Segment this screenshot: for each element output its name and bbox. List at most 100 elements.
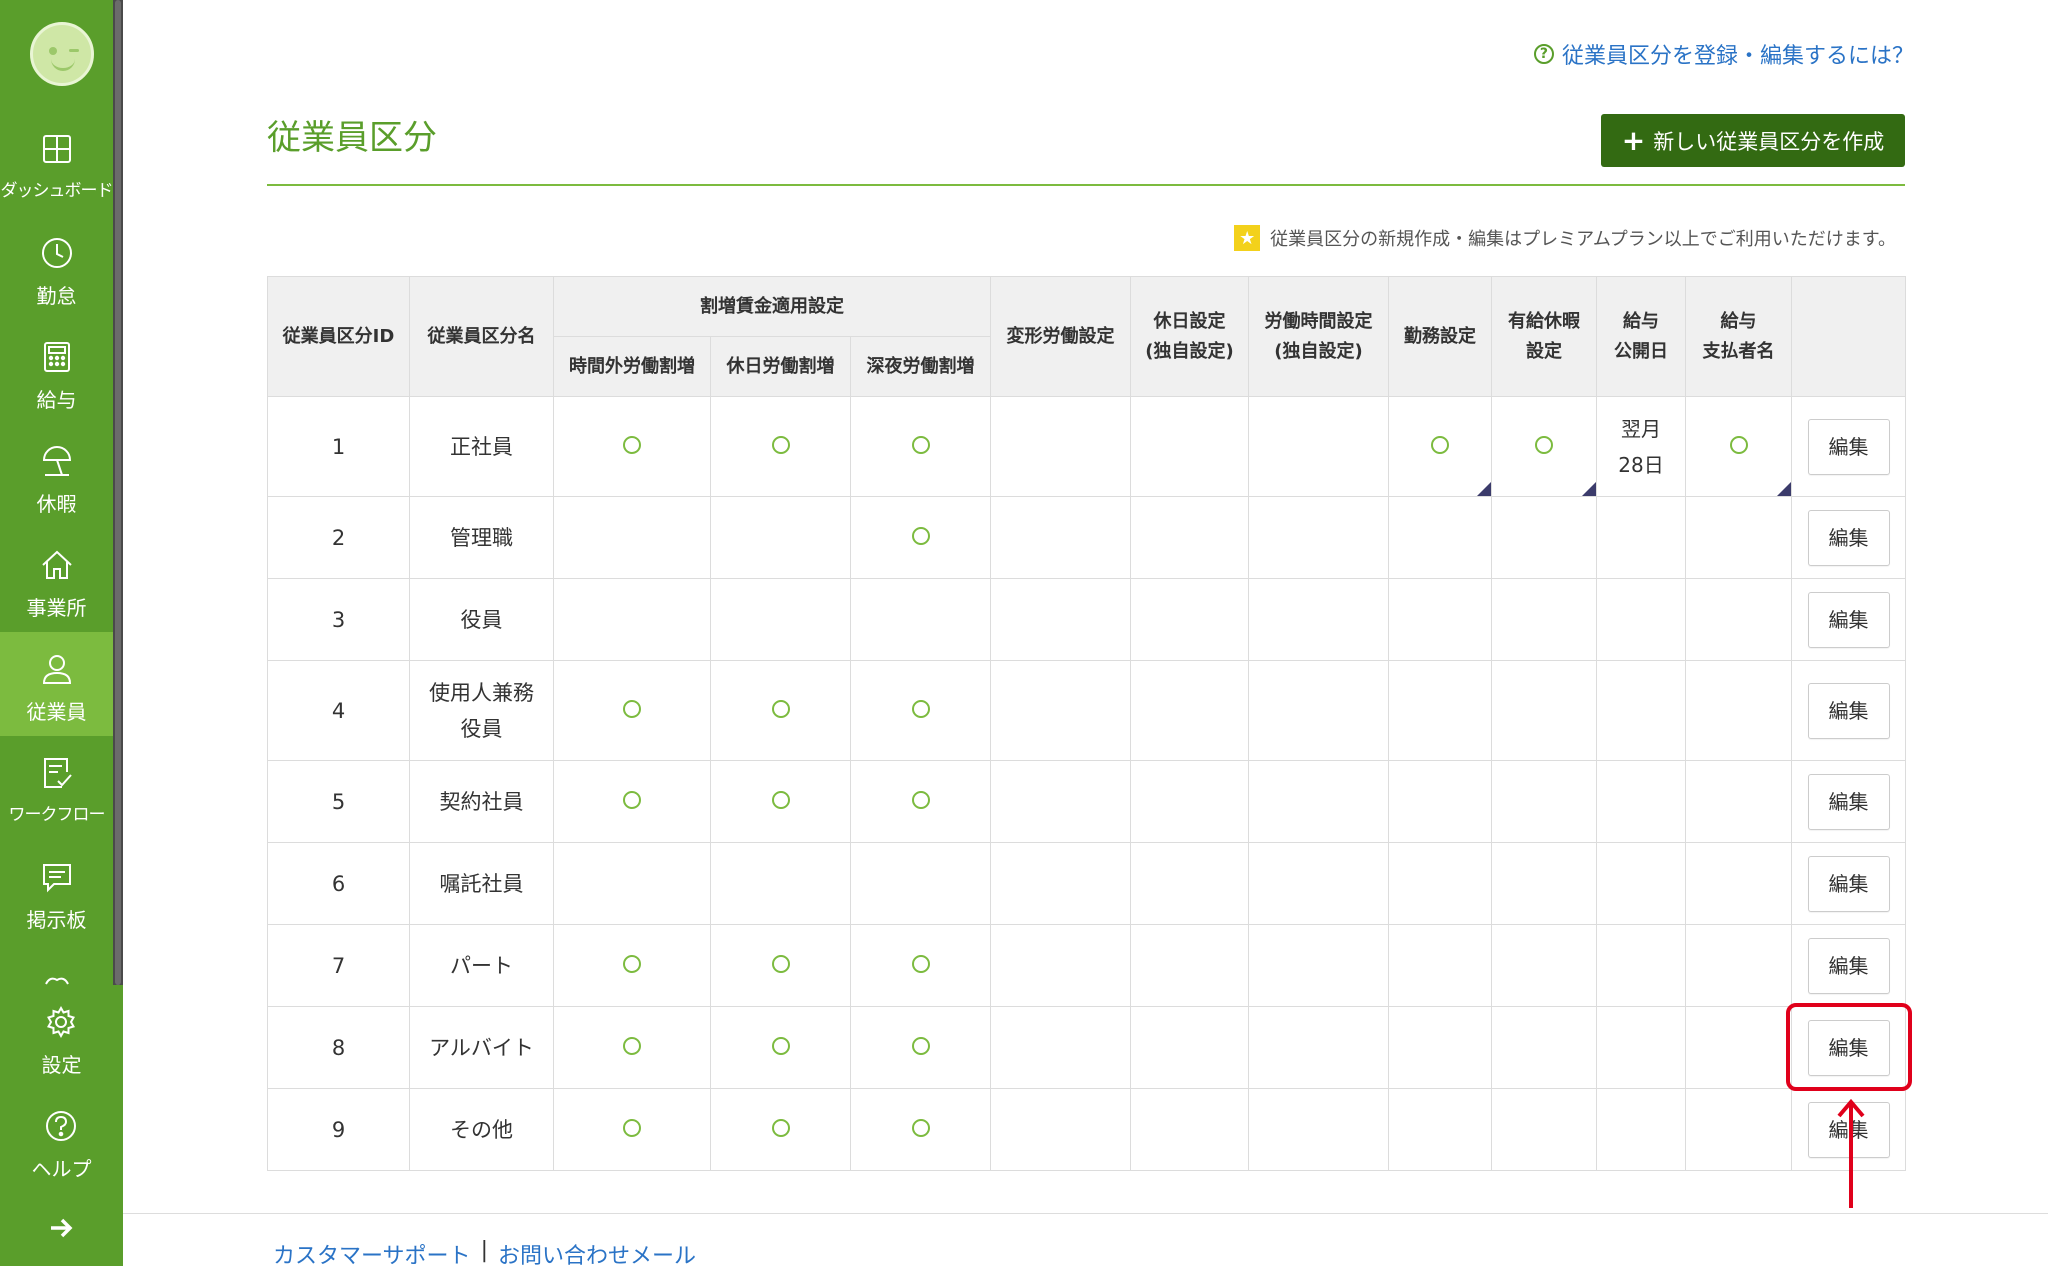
sidebar-item-employees[interactable]: 従業員 — [0, 632, 113, 736]
cell-holiday-setting — [1130, 1088, 1250, 1171]
employee-type-table: 従業員区分ID 従業員区分名 割増賃金適用設定 変形労働設定 休日設定 (独自設定… — [267, 276, 1907, 1171]
cell-overtime — [553, 842, 711, 925]
edit-button[interactable]: 編集 — [1807, 937, 1890, 994]
sidebar-item-attendance[interactable]: 勤怠 — [0, 216, 113, 320]
cell-actions: 編集 — [1791, 660, 1907, 761]
title-divider — [267, 184, 1905, 186]
cell-name[interactable]: 正社員 — [409, 396, 554, 497]
sidebar-item-office[interactable]: 事業所 — [0, 528, 113, 632]
arrow-right-icon[interactable] — [48, 1215, 74, 1241]
header-holiday-work: 休日労働割増 — [710, 336, 851, 397]
cell-pay-publish: 翌月 28日 — [1596, 396, 1687, 497]
cell-overtime — [553, 496, 711, 579]
employee-type-name-link[interactable]: アルバイト — [429, 1036, 534, 1060]
cell-name[interactable]: 契約社員 — [409, 760, 554, 843]
cell-holiday-setting — [1130, 760, 1250, 843]
cell-id: 5 — [267, 760, 410, 843]
cell-overtime — [553, 760, 711, 843]
table-body: 1 正社員 翌月 28日 編集 2 管理職 編集 3 役員 編集 4 使用人兼務 役員 編集 5 契約社員 編集 6… — [267, 396, 1907, 1171]
cell-name[interactable]: 嘱託社員 — [409, 842, 554, 925]
cell-overtime — [553, 660, 711, 761]
cell-variable-hours — [990, 1088, 1132, 1171]
employee-type-name-link[interactable]: パート — [450, 954, 513, 978]
cell-night-work — [849, 924, 992, 1007]
message-icon — [43, 864, 71, 893]
workflow-icon — [44, 758, 72, 788]
employee-type-name-link[interactable]: 使用人兼務 — [429, 681, 534, 705]
header-work-setting: 勤務設定 — [1388, 276, 1493, 397]
avatar[interactable] — [30, 22, 94, 86]
employee-type-name-link[interactable]: 正社員 — [450, 435, 513, 459]
cell-holiday-work — [710, 578, 851, 661]
sidebar-item-settings[interactable]: 設定 — [0, 985, 123, 1089]
sidebar-scrollbar[interactable] — [113, 0, 123, 985]
table-row: 9 その他 編集 — [267, 1088, 1907, 1171]
cell-id: 7 — [267, 924, 410, 1007]
employee-type-name-link[interactable]: 役員 — [461, 717, 503, 741]
table-row: 5 契約社員 編集 — [267, 760, 1907, 843]
cell-holiday-setting — [1130, 1006, 1250, 1089]
cell-work-hours — [1248, 1006, 1390, 1089]
cell-variable-hours — [990, 760, 1132, 843]
cell-holiday-setting — [1130, 924, 1250, 1007]
cell-variable-hours — [990, 578, 1132, 661]
sidebar: ダッシュボード 勤怠 給与 休暇 事業所 従業員 ワークフロー 掲示板 設定 ヘ… — [0, 0, 123, 1266]
header-premium-group: 割増賃金適用設定 — [552, 276, 992, 337]
edit-button[interactable]: 編集 — [1807, 855, 1890, 912]
cell-variable-hours — [990, 842, 1132, 925]
edit-button[interactable]: 編集 — [1807, 591, 1890, 648]
sidebar-item-dashboard[interactable]: ダッシュボード — [0, 112, 113, 216]
cell-name[interactable]: 役員 — [409, 578, 554, 661]
cell-name[interactable]: アルバイト — [409, 1006, 554, 1089]
cell-work-hours — [1248, 578, 1390, 661]
cell-work-setting — [1388, 1006, 1493, 1089]
employee-type-name-link[interactable]: 管理職 — [450, 526, 513, 550]
sidebar-item-partial[interactable] — [0, 944, 113, 985]
cell-payer — [1685, 760, 1793, 843]
header-holiday-setting: 休日設定 (独自設定) — [1130, 276, 1250, 397]
sidebar-item-label: 給与 — [36, 388, 77, 412]
circle-icon — [623, 1036, 641, 1055]
cell-name[interactable]: その他 — [409, 1088, 554, 1171]
employee-type-name-link[interactable]: 嘱託社員 — [440, 872, 524, 896]
cell-paid-leave — [1491, 760, 1598, 843]
create-employee-type-button[interactable]: + 新しい従業員区分を作成 — [1601, 114, 1905, 167]
edit-button[interactable]: 編集 — [1807, 509, 1890, 566]
circle-icon — [623, 954, 641, 973]
cell-name[interactable]: パート — [409, 924, 554, 1007]
home-icon — [42, 550, 72, 579]
cell-actions: 編集 — [1791, 760, 1907, 843]
cell-work-setting — [1388, 578, 1493, 661]
circle-icon — [911, 1118, 930, 1137]
edit-button[interactable]: 編集 — [1807, 418, 1890, 475]
cell-name[interactable]: 管理職 — [409, 496, 554, 579]
employee-type-name-link[interactable]: 契約社員 — [440, 790, 524, 814]
cell-holiday-work — [710, 1006, 851, 1089]
sidebar-item-help[interactable]: ヘルプ — [0, 1089, 123, 1193]
header-payer: 給与 支払者名 — [1685, 276, 1793, 397]
edit-button[interactable]: 編集 — [1807, 773, 1890, 830]
sidebar-item-board[interactable]: 掲示板 — [0, 840, 113, 944]
sidebar-item-label: ヘルプ — [31, 1157, 92, 1181]
cell-name[interactable]: 使用人兼務 役員 — [409, 660, 554, 761]
help-link[interactable]: ? 従業員区分を登録・編集するには？ — [1533, 38, 1914, 70]
cell-night-work — [849, 660, 992, 761]
cell-pay-publish — [1596, 1088, 1687, 1171]
cell-pay-publish — [1596, 924, 1687, 1007]
sidebar-item-workflow[interactable]: ワークフロー — [0, 736, 113, 840]
premium-note: ★ 従業員区分の新規作成・編集はプレミアムプラン以上でご利用いただけます。 — [1234, 225, 1896, 251]
edit-button[interactable]: 編集 — [1807, 682, 1890, 739]
circle-icon — [1535, 435, 1554, 454]
cell-work-setting — [1388, 396, 1493, 497]
sidebar-item-payroll[interactable]: 給与 — [0, 320, 113, 424]
header-pay-publish: 給与 公開日 — [1596, 276, 1687, 397]
cell-holiday-setting — [1130, 396, 1250, 497]
cell-paid-leave — [1491, 496, 1598, 579]
sidebar-item-leave[interactable]: 休暇 — [0, 424, 113, 528]
cell-variable-hours — [990, 660, 1132, 761]
contact-email-link[interactable]: お問い合わせメール — [498, 1238, 696, 1266]
employee-type-name-link[interactable]: その他 — [450, 1118, 513, 1142]
customer-support-link[interactable]: カスタマーサポート — [273, 1238, 471, 1266]
employee-type-name-link[interactable]: 役員 — [461, 608, 503, 632]
cell-id: 3 — [267, 578, 410, 661]
